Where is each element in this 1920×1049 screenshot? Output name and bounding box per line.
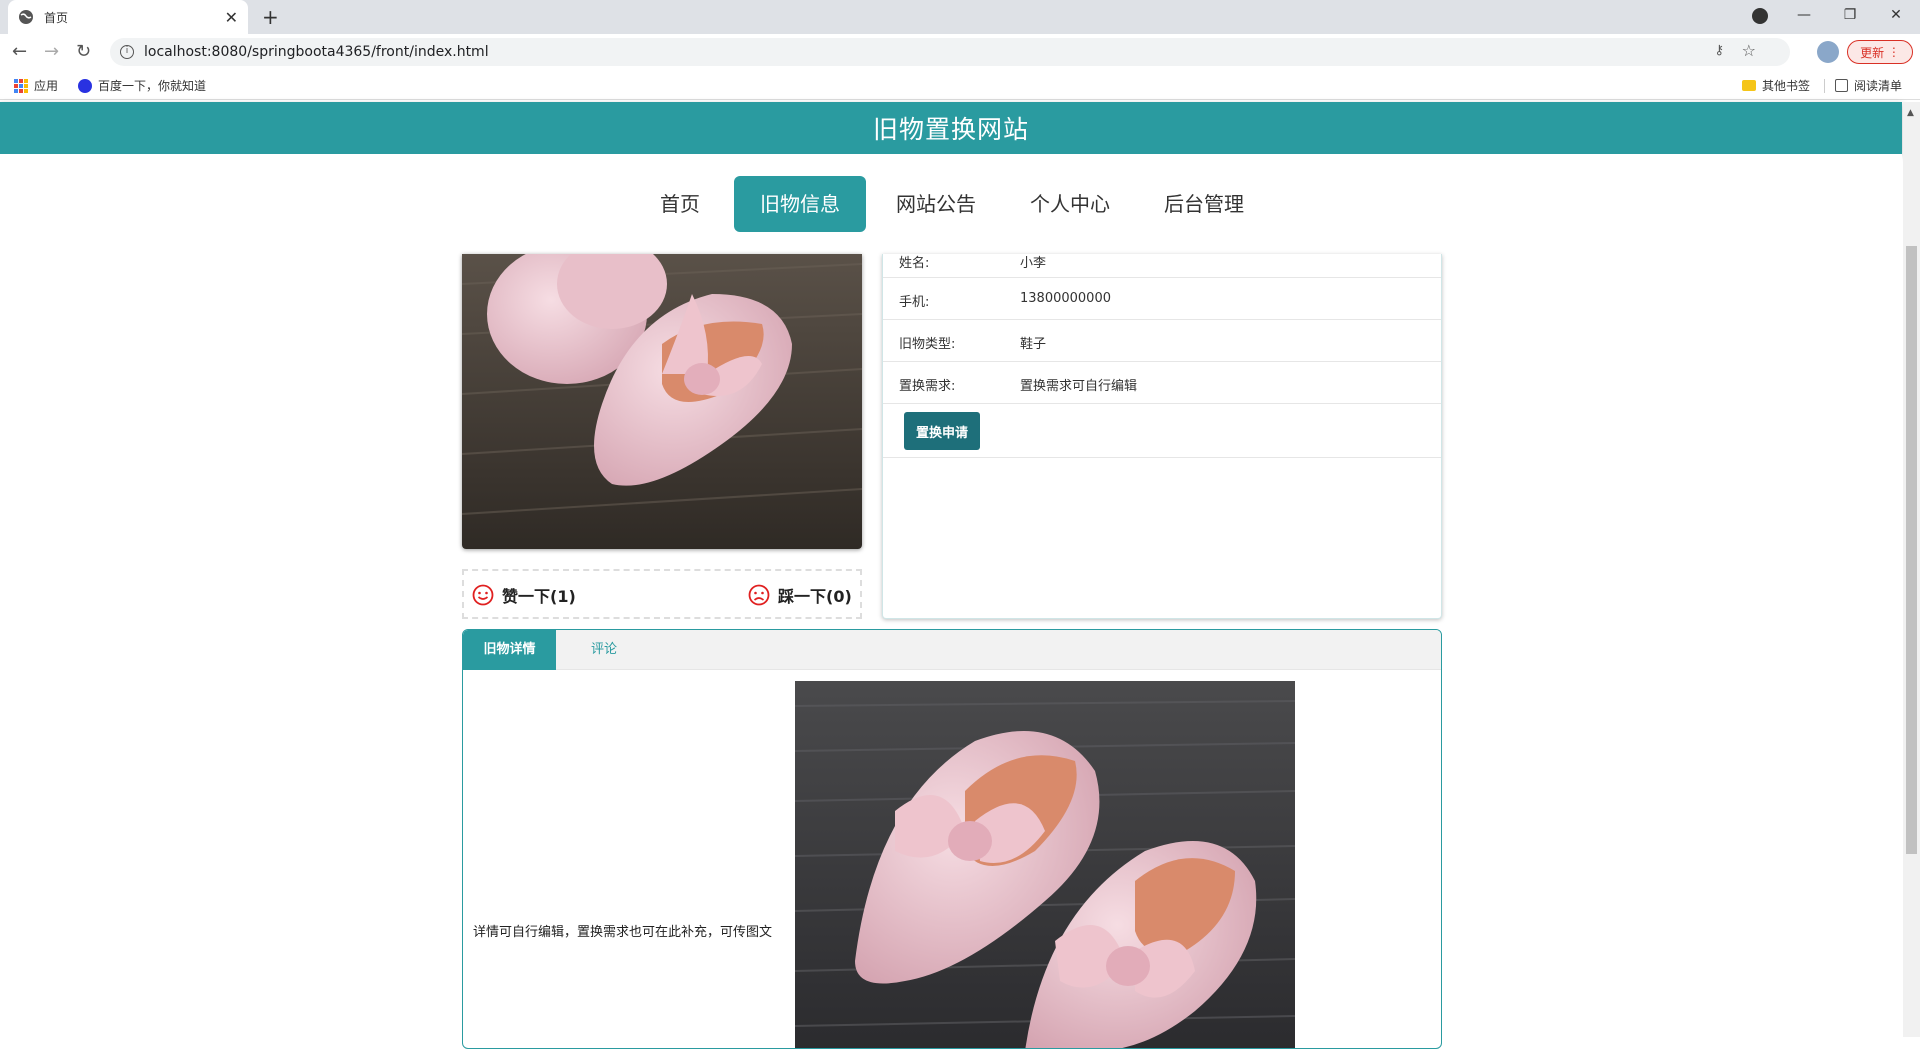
tab-title: 首页	[44, 10, 69, 25]
address-bar: ← → ↻ i localhost:8080/springboota4365/f…	[0, 34, 1920, 70]
smile-icon	[472, 584, 494, 606]
update-button[interactable]: 更新 ⋮	[1847, 40, 1913, 64]
detail-text: 详情可自行编辑，置换需求也可在此补充，可传图文	[473, 925, 773, 940]
info-label: 手机:	[899, 295, 930, 310]
main-nav: 首页 旧物信息 网站公告 个人中心 后台管理	[0, 154, 1902, 254]
profile-avatar[interactable]	[1817, 41, 1839, 63]
vote-bar: 赞一下(1) 踩一下(0)	[462, 569, 862, 619]
update-label: 更新	[1860, 45, 1885, 60]
key-icon[interactable]: ⚷	[1714, 43, 1724, 58]
tab-comments[interactable]: 评论	[556, 630, 652, 670]
url-field[interactable]: i localhost:8080/springboota4365/front/i…	[110, 38, 1790, 66]
minimize-icon[interactable]: —	[1781, 0, 1827, 30]
bookmark-label: 百度一下，你就知道	[98, 79, 207, 93]
tab-item-detail[interactable]: 旧物详情	[463, 630, 556, 670]
detail-panel: 旧物详情 评论 详情可自行编辑，置换需求也可在此补充，可传图文	[462, 629, 1442, 1049]
info-value: 鞋子	[1020, 337, 1047, 352]
item-info-card: 姓名: 小李 手机: 13800000000 旧物类型: 鞋子 置换需求: 置换…	[882, 254, 1442, 619]
frown-icon	[748, 584, 770, 606]
site-title: 旧物置换网站	[872, 115, 1029, 144]
info-value: 小李	[1020, 256, 1047, 271]
detail-photo	[795, 681, 1295, 1048]
bookmark-label: 阅读清单	[1854, 79, 1903, 93]
info-row-demand: 置换需求: 置换需求可自行编辑	[883, 362, 1441, 404]
dislike-label: 踩一下(0)	[778, 587, 852, 606]
bookmark-apps[interactable]: 应用	[14, 77, 58, 94]
apps-grid-icon	[14, 78, 28, 93]
like-label: 赞一下(1)	[502, 587, 576, 606]
bookmarks-bar: 应用 百度一下，你就知道 其他书签 阅读清单	[0, 70, 1920, 100]
reading-list-icon	[1835, 79, 1848, 92]
window-close-icon[interactable]: ✕	[1873, 0, 1919, 30]
bookmark-other[interactable]: 其他书签	[1742, 77, 1810, 94]
info-value: 13800000000	[1020, 291, 1111, 306]
scroll-up-icon[interactable]: ▲	[1907, 108, 1914, 118]
forward-icon[interactable]: →	[44, 41, 59, 62]
new-tab-icon[interactable]: +	[262, 5, 279, 29]
nav-admin[interactable]: 后台管理	[1150, 176, 1258, 232]
info-value: 置换需求可自行编辑	[1020, 379, 1138, 394]
item-photo	[462, 254, 862, 549]
shoes-image	[462, 254, 862, 549]
bookmark-baidu[interactable]: 百度一下，你就知道	[78, 77, 206, 94]
nav-announcements[interactable]: 网站公告	[882, 176, 990, 232]
dislike-button[interactable]: 踩一下(0)	[748, 583, 852, 607]
scrollbar-thumb[interactable]	[1906, 246, 1917, 854]
info-label: 旧物类型:	[899, 337, 956, 352]
globe-icon	[19, 10, 33, 24]
site-header: 旧物置换网站	[0, 102, 1902, 154]
bookmark-label: 应用	[34, 79, 59, 93]
back-icon[interactable]: ←	[12, 41, 27, 62]
browser-tab[interactable]: 首页 ✕	[8, 0, 248, 34]
reload-icon[interactable]: ↻	[76, 41, 91, 62]
tab-search-icon[interactable]	[1752, 8, 1768, 24]
browser-tabbar: 首页 ✕ + — ❐ ✕	[0, 0, 1920, 34]
close-tab-icon[interactable]: ✕	[225, 8, 238, 27]
folder-icon	[1742, 80, 1756, 91]
bookmark-label: 其他书签	[1762, 79, 1811, 93]
page-scrollbar[interactable]: ▲	[1903, 102, 1920, 1037]
restore-icon[interactable]: ❐	[1827, 0, 1873, 30]
url-text: localhost:8080/springboota4365/front/ind…	[144, 44, 489, 60]
info-label: 姓名:	[899, 256, 930, 271]
info-label: 置换需求:	[899, 379, 956, 394]
like-button[interactable]: 赞一下(1)	[472, 583, 576, 607]
exchange-apply-button[interactable]: 置换申请	[904, 412, 980, 450]
info-row-phone: 手机: 13800000000	[883, 278, 1441, 320]
baidu-paw-icon	[78, 78, 92, 93]
nav-home[interactable]: 首页	[640, 176, 720, 232]
info-row-name: 姓名: 小李	[883, 254, 1441, 278]
shoes-detail-image	[795, 681, 1295, 1048]
detail-tabs: 旧物详情 评论	[463, 630, 1441, 670]
nav-personal-center[interactable]: 个人中心	[1016, 176, 1124, 232]
info-row-type: 旧物类型: 鞋子	[883, 320, 1441, 362]
bookmark-reading-list[interactable]: 阅读清单	[1835, 77, 1902, 94]
bookmark-divider	[1824, 79, 1825, 93]
nav-items-info[interactable]: 旧物信息	[734, 176, 866, 232]
site-info-icon[interactable]: i	[120, 45, 134, 59]
bookmark-star-icon[interactable]: ☆	[1742, 41, 1756, 60]
